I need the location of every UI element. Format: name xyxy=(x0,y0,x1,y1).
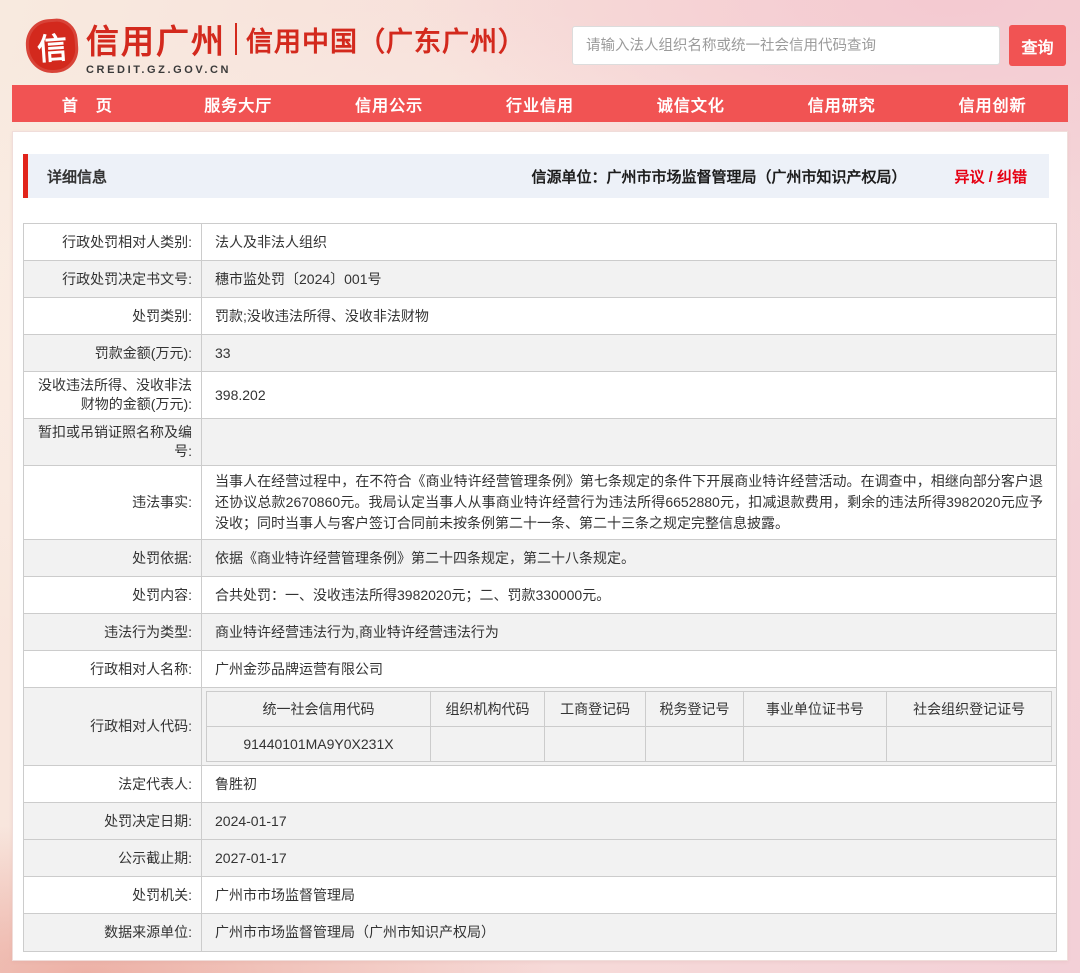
row-value: 商业特许经营违法行为,商业特许经营违法行为 xyxy=(202,614,1056,650)
row-value: 鲁胜初 xyxy=(202,766,1056,802)
codes-table: 统一社会信用代码组织机构代码工商登记码税务登记号事业单位证书号社会组织登记证号 9… xyxy=(206,691,1052,762)
table-row: 行政相对人代码:统一社会信用代码组织机构代码工商登记码税务登记号事业单位证书号社… xyxy=(24,688,1056,766)
nav-item-0[interactable]: 首 页 xyxy=(12,85,163,122)
table-row: 处罚依据:依据《商业特许经营管理条例》第二十四条规定，第二十八条规定。 xyxy=(24,540,1056,577)
logo-text: 信用广州 信用中国（广东广州） CREDIT.GZ.GOV.CN xyxy=(86,15,526,76)
row-value: 合共处罚：一、没收违法所得3982020元；二、罚款330000元。 xyxy=(202,577,1056,613)
codes-header-cell: 税务登记号 xyxy=(646,692,743,727)
table-row: 暂扣或吊销证照名称及编号: xyxy=(24,419,1056,466)
search-area: 查询 xyxy=(572,25,1066,66)
detail-header-bar: 详细信息 信源单位：广州市市场监督管理局（广州市知识产权局） 异议 / 纠错 xyxy=(23,154,1049,198)
row-label: 处罚内容: xyxy=(24,577,202,613)
row-value: 当事人在经营过程中，在不符合《商业特许经营管理条例》第七条规定的条件下开展商业特… xyxy=(202,466,1056,539)
main-nav: 首 页服务大厅信用公示行业信用诚信文化信用研究信用创新 xyxy=(12,85,1068,122)
codes-value-cell xyxy=(743,727,887,762)
row-label: 处罚决定日期: xyxy=(24,803,202,839)
content-box: 详细信息 信源单位：广州市市场监督管理局（广州市知识产权局） 异议 / 纠错 行… xyxy=(12,131,1068,961)
site-header: 信 信用广州 信用中国（广东广州） CREDIT.GZ.GOV.CN 查询 xyxy=(0,0,1080,85)
seal-icon: 信 xyxy=(24,17,80,74)
table-row: 行政处罚相对人类别:法人及非法人组织 xyxy=(24,224,1056,261)
logo-divider xyxy=(235,23,237,55)
table-row: 处罚机关:广州市市场监督管理局 xyxy=(24,877,1056,914)
nav-item-2[interactable]: 信用公示 xyxy=(314,85,465,122)
codes-header-cell: 统一社会信用代码 xyxy=(207,692,431,727)
codes-value-cell xyxy=(544,727,645,762)
table-row: 行政相对人名称:广州金莎品牌运营有限公司 xyxy=(24,651,1056,688)
table-row: 没收违法所得、没收非法财物的金额(万元):398.202 xyxy=(24,372,1056,419)
source-unit-label: 信源单位：广州市市场监督管理局（广州市知识产权局） xyxy=(531,166,906,187)
nav-item-6[interactable]: 信用创新 xyxy=(917,85,1068,122)
row-value: 法人及非法人组织 xyxy=(202,224,1056,260)
table-row: 行政处罚决定书文号:穗市监处罚〔2024〕001号 xyxy=(24,261,1056,298)
row-value: 398.202 xyxy=(202,372,1056,418)
row-value: 2027-01-17 xyxy=(202,840,1056,876)
table-row: 罚款金额(万元):33 xyxy=(24,335,1056,372)
table-row: 数据来源单位:广州市市场监督管理局（广州市知识产权局） xyxy=(24,914,1056,951)
site-domain: CREDIT.GZ.GOV.CN xyxy=(86,64,526,76)
row-value: 广州金莎品牌运营有限公司 xyxy=(202,651,1056,687)
row-value: 依据《商业特许经营管理条例》第二十四条规定，第二十八条规定。 xyxy=(202,540,1056,576)
table-row: 法定代表人:鲁胜初 xyxy=(24,766,1056,803)
codes-header-cell: 工商登记码 xyxy=(544,692,645,727)
page-title: 详细信息 xyxy=(47,166,107,187)
row-value xyxy=(202,419,1056,465)
nav-item-5[interactable]: 信用研究 xyxy=(766,85,917,122)
table-row: 违法行为类型:商业特许经营违法行为,商业特许经营违法行为 xyxy=(24,614,1056,651)
row-label: 暂扣或吊销证照名称及编号: xyxy=(24,419,202,465)
row-label: 处罚依据: xyxy=(24,540,202,576)
codes-value-cell: 91440101MA9Y0X231X xyxy=(207,727,431,762)
table-row: 处罚类别:罚款;没收违法所得、没收非法财物 xyxy=(24,298,1056,335)
dispute-correction-link[interactable]: 异议 / 纠错 xyxy=(954,166,1027,187)
table-row: 处罚内容:合共处罚：一、没收违法所得3982020元；二、罚款330000元。 xyxy=(24,577,1056,614)
row-label: 数据来源单位: xyxy=(24,914,202,951)
row-value: 穗市监处罚〔2024〕001号 xyxy=(202,261,1056,297)
row-label: 法定代表人: xyxy=(24,766,202,802)
table-row: 公示截止期:2027-01-17 xyxy=(24,840,1056,877)
row-value: 2024-01-17 xyxy=(202,803,1056,839)
codes-header-cell: 组织机构代码 xyxy=(430,692,544,727)
row-value: 广州市市场监督管理局 xyxy=(202,877,1056,913)
row-label: 没收违法所得、没收非法财物的金额(万元): xyxy=(24,372,202,418)
nav-item-3[interactable]: 行业信用 xyxy=(465,85,616,122)
row-label: 公示截止期: xyxy=(24,840,202,876)
row-label: 行政相对人名称: xyxy=(24,651,202,687)
site-subtitle: 信用中国（广东广州） xyxy=(246,20,526,59)
codes-value-cell xyxy=(430,727,544,762)
codes-value-cell xyxy=(646,727,743,762)
nav-item-4[interactable]: 诚信文化 xyxy=(615,85,766,122)
row-value: 罚款;没收违法所得、没收非法财物 xyxy=(202,298,1056,334)
site-logo: 信 信用广州 信用中国（广东广州） CREDIT.GZ.GOV.CN xyxy=(26,15,526,76)
search-input[interactable] xyxy=(572,26,1000,65)
row-label: 处罚机关: xyxy=(24,877,202,913)
row-label: 处罚类别: xyxy=(24,298,202,334)
row-label: 违法事实: xyxy=(24,466,202,539)
row-label: 行政处罚相对人类别: xyxy=(24,224,202,260)
search-button[interactable]: 查询 xyxy=(1009,25,1066,66)
info-table: 行政处罚相对人类别:法人及非法人组织行政处罚决定书文号:穗市监处罚〔2024〕0… xyxy=(23,223,1057,952)
codes-table-wrap: 统一社会信用代码组织机构代码工商登记码税务登记号事业单位证书号社会组织登记证号 9… xyxy=(202,688,1056,765)
row-value: 33 xyxy=(202,335,1056,371)
row-label: 行政相对人代码: xyxy=(24,688,202,765)
table-row: 处罚决定日期:2024-01-17 xyxy=(24,803,1056,840)
row-label: 违法行为类型: xyxy=(24,614,202,650)
table-row: 违法事实:当事人在经营过程中，在不符合《商业特许经营管理条例》第七条规定的条件下… xyxy=(24,466,1056,540)
nav-item-1[interactable]: 服务大厅 xyxy=(163,85,314,122)
site-name: 信用广州 xyxy=(86,15,226,63)
codes-header-cell: 事业单位证书号 xyxy=(743,692,887,727)
codes-header-cell: 社会组织登记证号 xyxy=(887,692,1052,727)
row-value: 广州市市场监督管理局（广州市知识产权局） xyxy=(202,914,1056,951)
codes-value-cell xyxy=(887,727,1052,762)
row-label: 罚款金额(万元): xyxy=(24,335,202,371)
row-label: 行政处罚决定书文号: xyxy=(24,261,202,297)
